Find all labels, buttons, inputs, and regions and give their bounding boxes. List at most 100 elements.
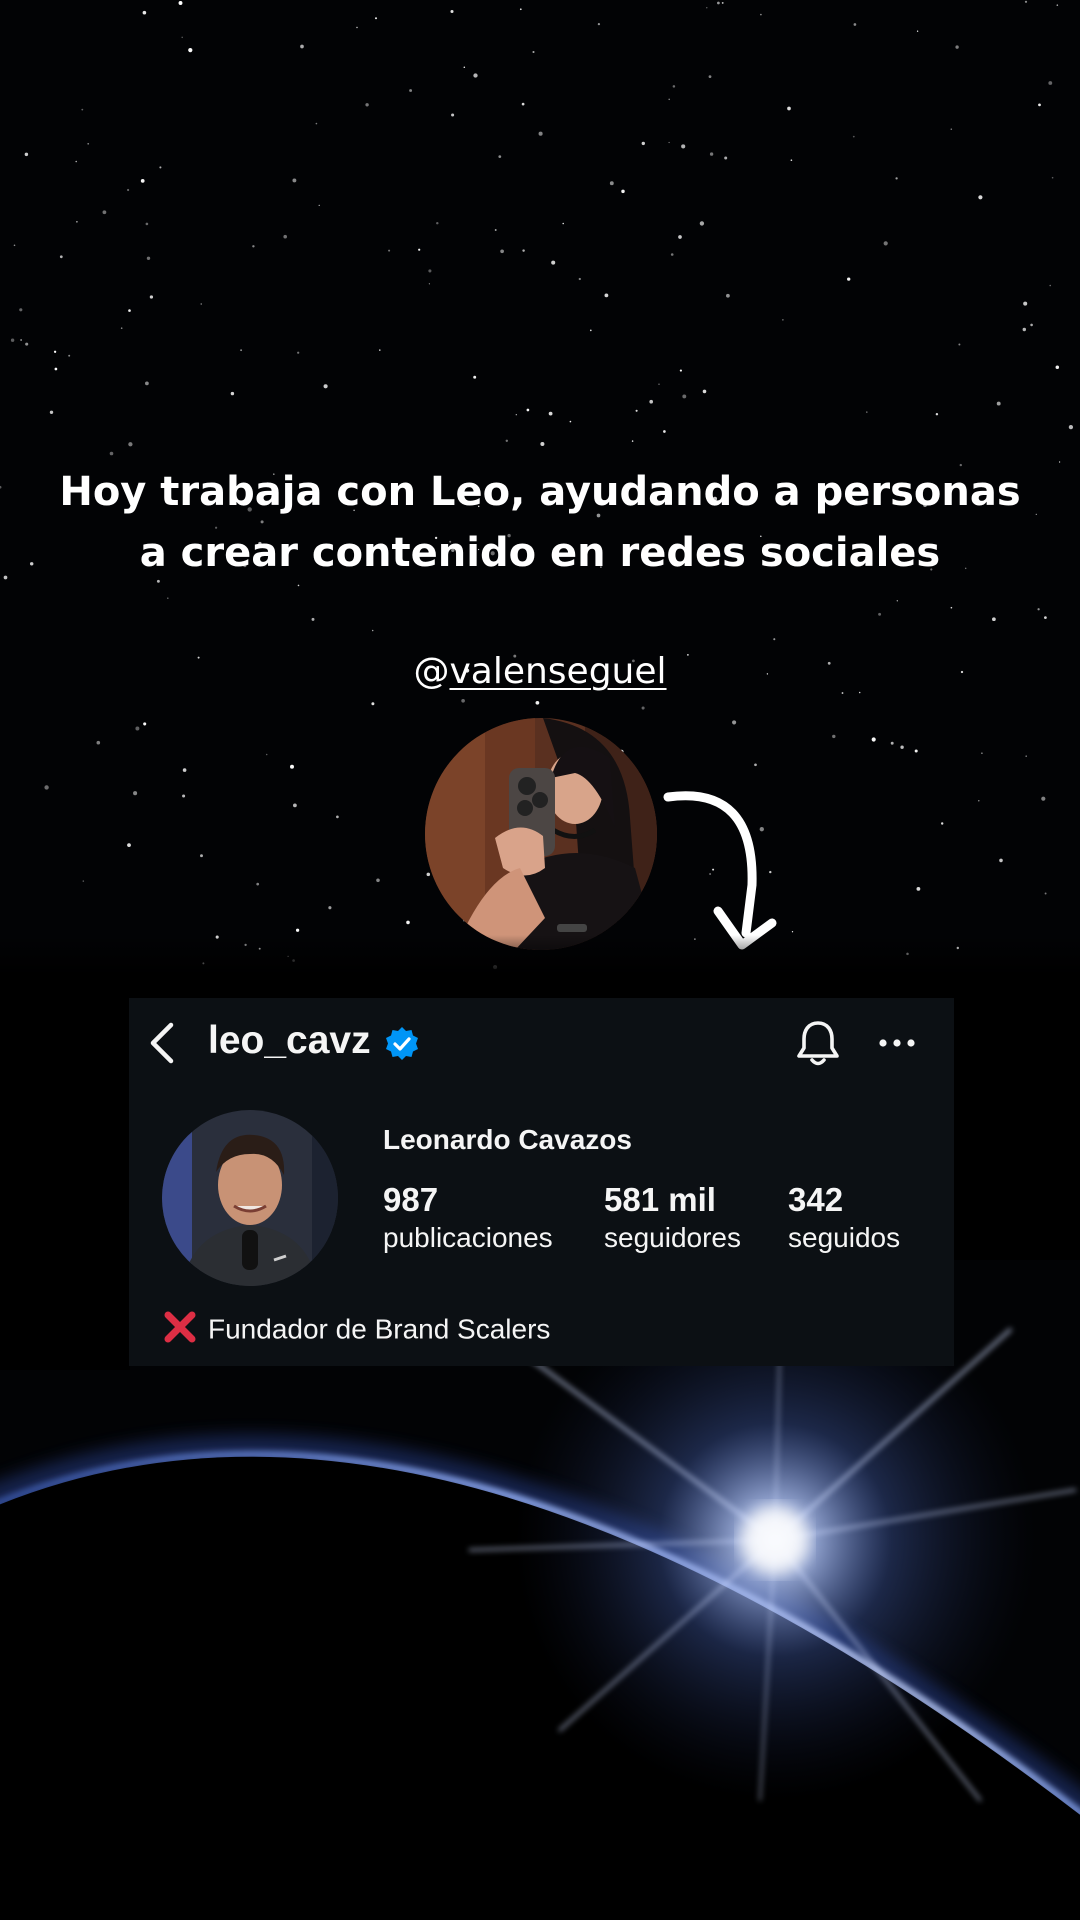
star xyxy=(252,245,255,248)
star xyxy=(293,803,297,808)
star xyxy=(428,269,432,273)
star xyxy=(832,734,836,739)
star xyxy=(318,204,320,207)
star xyxy=(418,248,421,251)
star xyxy=(706,7,708,9)
star xyxy=(916,887,921,891)
star xyxy=(609,181,614,186)
star xyxy=(589,329,592,332)
star xyxy=(978,195,983,200)
headline: Hoy trabaja con Leo, ayudando a personas… xyxy=(40,462,1040,584)
star xyxy=(143,722,147,726)
star xyxy=(1030,323,1033,327)
headline-line-1: Hoy trabaja con Leo, ayudando a personas xyxy=(59,469,1021,515)
star xyxy=(569,420,572,423)
star xyxy=(24,152,29,157)
star xyxy=(19,308,23,312)
bell-icon[interactable] xyxy=(795,1018,841,1068)
stat-posts-label: publicaciones xyxy=(383,1222,553,1253)
star xyxy=(787,106,791,111)
star xyxy=(708,75,712,78)
star xyxy=(914,749,918,753)
star xyxy=(127,188,130,192)
star xyxy=(649,399,654,404)
star xyxy=(532,50,535,54)
star xyxy=(498,155,502,158)
star xyxy=(505,439,509,443)
star xyxy=(182,794,186,798)
star xyxy=(726,293,730,298)
star xyxy=(668,98,670,101)
black-margin-left xyxy=(0,1000,130,1370)
star xyxy=(916,30,919,32)
star xyxy=(721,1,724,4)
star xyxy=(13,244,16,247)
star xyxy=(958,343,961,346)
portrait-photo-icon xyxy=(162,1110,338,1286)
stat-followers-label: seguidores xyxy=(604,1222,741,1253)
star xyxy=(678,235,682,239)
creator-avatar[interactable] xyxy=(425,718,657,950)
star xyxy=(297,351,300,354)
star xyxy=(1024,0,1028,3)
star xyxy=(356,26,358,29)
star xyxy=(681,144,686,149)
star xyxy=(200,303,202,305)
stat-following-count: 342 xyxy=(788,1181,844,1218)
star xyxy=(82,880,85,882)
star xyxy=(852,135,855,138)
bio-text: Fundador de Brand Scalers xyxy=(208,1313,551,1345)
star xyxy=(521,102,525,106)
star xyxy=(950,606,953,609)
star xyxy=(3,575,8,580)
star xyxy=(109,451,114,456)
star xyxy=(374,17,378,20)
stat-following[interactable]: 342 seguidos xyxy=(788,1180,900,1256)
star xyxy=(44,785,49,790)
star xyxy=(265,753,268,756)
star xyxy=(604,293,609,298)
stat-posts[interactable]: 987 publicaciones xyxy=(383,1180,553,1256)
star xyxy=(871,737,876,742)
creator-handle-link[interactable]: @valenseguel xyxy=(0,648,1080,696)
star xyxy=(473,375,477,379)
star xyxy=(283,234,287,239)
star xyxy=(702,389,707,394)
star xyxy=(10,338,15,342)
star xyxy=(670,253,674,256)
star xyxy=(376,878,380,883)
star xyxy=(388,249,391,252)
star xyxy=(940,822,944,825)
dark-divider xyxy=(0,935,1080,1003)
chevron-left-icon[interactable] xyxy=(143,1020,183,1066)
planet-horizon-glow xyxy=(0,1300,1080,1920)
star xyxy=(522,249,525,252)
star xyxy=(978,800,980,802)
star xyxy=(473,73,478,78)
handle-at-sign: @ xyxy=(413,651,450,692)
stat-posts-count: 987 xyxy=(383,1181,439,1218)
star xyxy=(300,44,304,49)
star xyxy=(682,394,687,399)
star xyxy=(328,906,332,910)
ellipsis-icon[interactable] xyxy=(877,1028,917,1058)
star xyxy=(149,295,154,299)
star xyxy=(782,319,784,321)
star xyxy=(135,726,140,731)
star xyxy=(292,178,297,183)
star xyxy=(145,381,149,386)
profile-avatar[interactable] xyxy=(162,1110,338,1286)
star xyxy=(760,13,762,16)
star xyxy=(0,485,2,489)
star xyxy=(295,928,300,932)
star xyxy=(1025,755,1027,757)
profile-top-bar: leo_cavz xyxy=(129,998,954,1088)
star xyxy=(631,440,634,442)
star xyxy=(409,89,413,92)
star xyxy=(451,113,455,117)
star xyxy=(950,128,953,130)
star xyxy=(311,617,315,621)
stat-followers[interactable]: 581 mil seguidores xyxy=(604,1180,741,1256)
star xyxy=(992,617,996,622)
star xyxy=(515,414,517,416)
